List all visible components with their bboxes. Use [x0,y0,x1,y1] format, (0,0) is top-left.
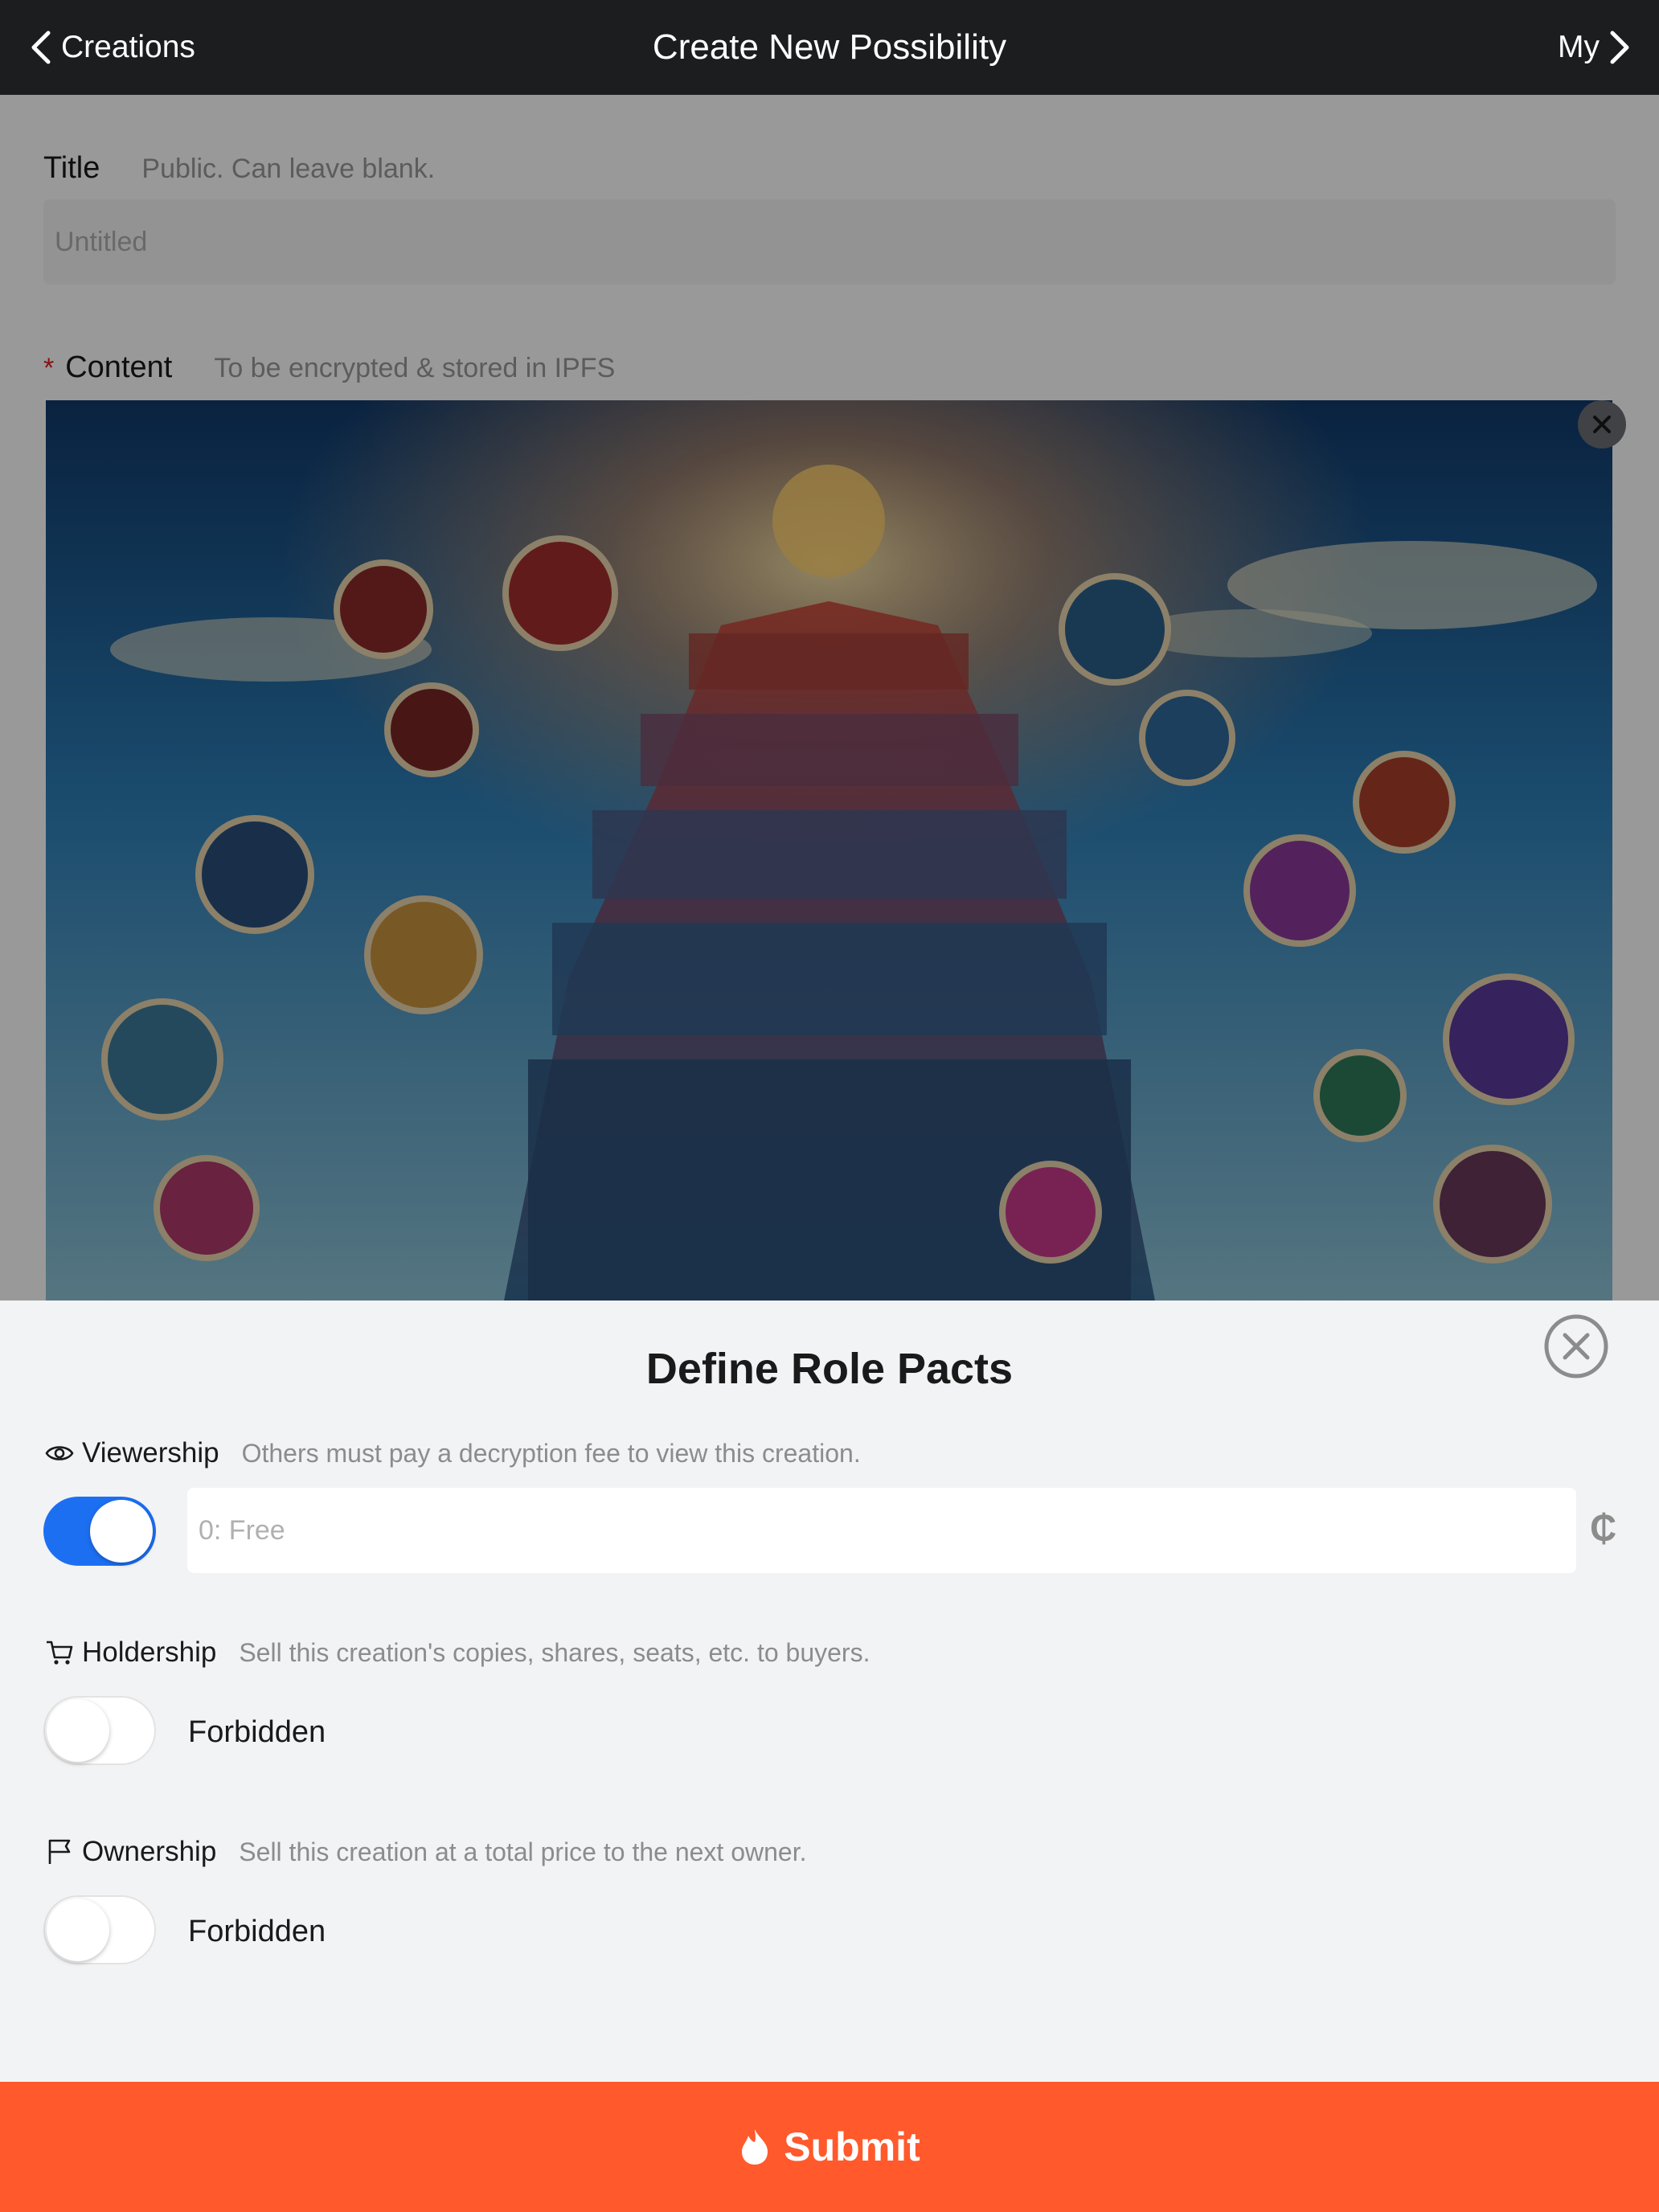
holdership-toggle[interactable] [43,1696,156,1765]
flame-icon [742,2129,768,2165]
close-sheet-icon[interactable] [1543,1313,1609,1379]
submit-button[interactable]: Submit [0,2082,1659,2212]
ownership-state: Forbidden [188,1915,326,1948]
currency-symbol: ₵ [1590,1507,1617,1549]
my-link[interactable]: My [1558,0,1630,95]
viewership-toggle[interactable] [43,1497,156,1566]
chevron-right-icon [1610,31,1629,64]
viewership-price-input[interactable] [187,1488,1576,1573]
holdership-state: Forbidden [188,1715,326,1749]
ownership-hint: Sell this creation at a total price to t… [239,1837,807,1866]
ownership-header: Ownership Sell this creation at a total … [45,1836,806,1868]
viewership-header: Viewership Others must pay a decryption … [45,1437,861,1469]
toggle-knob [90,1500,153,1563]
toggle-knob [47,1899,109,1961]
holdership-label: Holdership [82,1636,217,1668]
role-pacts-sheet: Define Role Pacts Viewership Others must… [0,1301,1659,2212]
holdership-hint: Sell this creation's copies, shares, sea… [239,1637,870,1667]
submit-label: Submit [784,2124,920,2169]
eye-icon [45,1446,74,1460]
cart-icon [47,1641,73,1665]
flag-icon [48,1839,71,1864]
toggle-knob [47,1699,109,1762]
ownership-toggle[interactable] [43,1895,156,1964]
modal-overlay[interactable] [0,95,1659,1301]
holdership-header: Holdership Sell this creation's copies, … [45,1636,870,1669]
viewership-label: Viewership [82,1437,219,1469]
page-title: Create New Possibility [652,27,1007,67]
viewership-hint: Others must pay a decryption fee to view… [241,1438,861,1468]
ownership-label: Ownership [82,1836,217,1867]
sheet-title: Define Role Pacts [645,1345,1014,1393]
top-navbar: Creations Create New Possibility My [0,0,1659,95]
my-label: My [1558,30,1600,64]
